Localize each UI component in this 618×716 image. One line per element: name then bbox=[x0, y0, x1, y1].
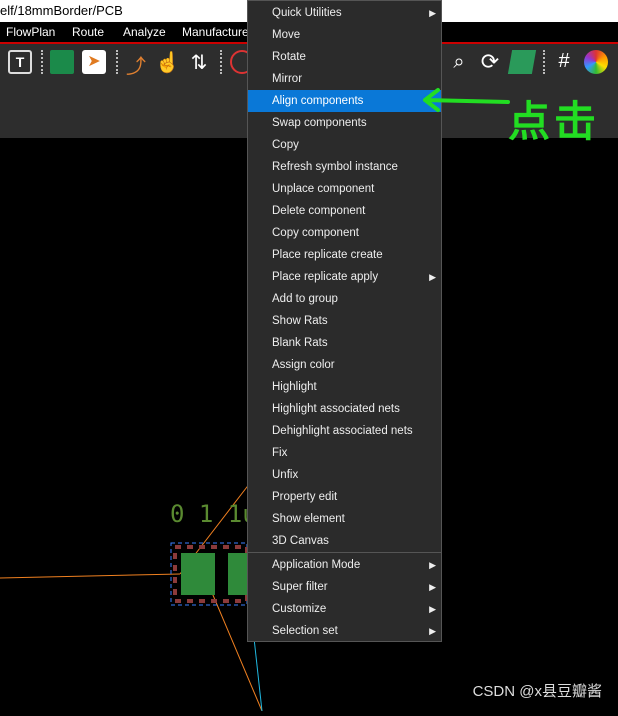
menu-item-delete-component[interactable]: Delete component bbox=[248, 200, 441, 222]
menu-item-label: Dehighlight associated nets bbox=[272, 425, 413, 437]
color-wheel-icon[interactable] bbox=[584, 50, 608, 74]
menu-item-super-filter[interactable]: Super filter ▶ bbox=[248, 576, 441, 598]
pad bbox=[228, 553, 247, 595]
menu-item-label: Move bbox=[272, 29, 301, 41]
menu-separator bbox=[248, 552, 441, 553]
board-3d-icon[interactable] bbox=[507, 50, 537, 74]
menu-item-highlight[interactable]: Highlight bbox=[248, 376, 441, 398]
grid-icon[interactable]: # bbox=[552, 50, 576, 74]
submenu-arrow-icon: ▶ bbox=[429, 272, 436, 282]
toolbar-separator bbox=[41, 50, 43, 74]
menu-item-highlight-associated-nets[interactable]: Highlight associated nets bbox=[248, 398, 441, 420]
menu-item-align-components[interactable]: Align components bbox=[248, 90, 441, 112]
component-place-icon[interactable] bbox=[50, 50, 74, 74]
menu-item-label: Copy component bbox=[272, 227, 359, 239]
menu-item-label: Customize bbox=[272, 603, 327, 615]
menu-item-label: Show element bbox=[272, 513, 345, 525]
menu-item-label: Application Mode bbox=[272, 559, 361, 571]
pad bbox=[181, 553, 215, 595]
menu-item-show-rats[interactable]: Show Rats bbox=[248, 310, 441, 332]
menu-item-label: Mirror bbox=[272, 73, 303, 85]
toolbar-separator bbox=[543, 50, 545, 74]
submenu-arrow-icon: ▶ bbox=[429, 582, 436, 592]
menu-item-copy[interactable]: Copy bbox=[248, 134, 441, 156]
chip-select-icon[interactable]: ➤ bbox=[82, 50, 106, 74]
menu-item-label: Unfix bbox=[272, 469, 299, 481]
menu-item-quick-utilities[interactable]: Quick Utilities ▶ bbox=[248, 2, 441, 24]
watermark: CSDN @x县豆瓣酱 bbox=[472, 683, 602, 700]
menu-item-label: Delete component bbox=[272, 205, 366, 217]
menu-item-swap-components[interactable]: Swap components bbox=[248, 112, 441, 134]
toolbar-separator bbox=[220, 50, 222, 74]
submenu-arrow-icon: ▶ bbox=[429, 604, 436, 614]
menu-item-unfix[interactable]: Unfix bbox=[248, 464, 441, 486]
menu-route[interactable]: Route bbox=[72, 25, 104, 39]
menu-item-label: Align components bbox=[272, 95, 364, 107]
menu-item-label: Highlight bbox=[272, 381, 317, 393]
menu-item-blank-rats[interactable]: Blank Rats bbox=[248, 332, 441, 354]
menu-item-assign-color[interactable]: Assign color bbox=[248, 354, 441, 376]
menu-item-label: Place replicate create bbox=[272, 249, 383, 261]
menu-item-place-replicate-create[interactable]: Place replicate create bbox=[248, 244, 441, 266]
context-menu: Quick Utilities ▶ Move Rotate Mirror Align co… bbox=[247, 0, 442, 642]
menu-item-label: Swap components bbox=[272, 117, 367, 129]
menu-item-label: Super filter bbox=[272, 581, 328, 593]
menu-item-3d-canvas[interactable]: 3D Canvas bbox=[248, 530, 441, 552]
menu-item-property-edit[interactable]: Property edit bbox=[248, 486, 441, 508]
submenu-arrow-icon: ▶ bbox=[429, 626, 436, 636]
arrow-annotation bbox=[423, 88, 510, 112]
menu-item-rotate[interactable]: Rotate bbox=[248, 46, 441, 68]
menu-item-show-element[interactable]: Show element bbox=[248, 508, 441, 530]
menu-item-customize[interactable]: Customize ▶ bbox=[248, 598, 441, 620]
route-icon[interactable]: ⤴ bbox=[124, 50, 148, 78]
menu-item-label: Blank Rats bbox=[272, 337, 328, 349]
menu-item-dehighlight-associated-nets[interactable]: Dehighlight associated nets bbox=[248, 420, 441, 442]
menu-item-copy-component[interactable]: Copy component bbox=[248, 222, 441, 244]
menu-item-label: 3D Canvas bbox=[272, 535, 329, 547]
menu-item-add-to-group[interactable]: Add to group bbox=[248, 288, 441, 310]
hand-move-icon[interactable]: ☝ bbox=[155, 50, 180, 74]
zoom-icon[interactable]: ⌕ bbox=[447, 50, 471, 74]
menu-item-refresh-symbol-instance[interactable]: Refresh symbol instance bbox=[248, 156, 441, 178]
menu-flowplan[interactable]: FlowPlan bbox=[6, 25, 55, 39]
menu-item-label: Highlight associated nets bbox=[272, 403, 400, 415]
menu-item-fix[interactable]: Fix bbox=[248, 442, 441, 464]
menu-item-label: Selection set bbox=[272, 625, 338, 637]
toolbar-separator bbox=[116, 50, 118, 74]
menu-item-selection-set[interactable]: Selection set ▶ bbox=[248, 620, 441, 642]
text-edit-icon[interactable]: T bbox=[8, 50, 32, 74]
submenu-arrow-icon: ▶ bbox=[429, 8, 436, 18]
refresh-icon[interactable]: ⟳ bbox=[478, 50, 502, 74]
menu-analyze[interactable]: Analyze bbox=[123, 25, 166, 39]
menu-item-label: Copy bbox=[272, 139, 299, 151]
menu-item-mirror[interactable]: Mirror bbox=[248, 68, 441, 90]
menu-item-label: Quick Utilities bbox=[272, 7, 342, 19]
menu-item-label: Add to group bbox=[272, 293, 338, 305]
menu-item-unplace-component[interactable]: Unplace component bbox=[248, 178, 441, 200]
menu-item-move[interactable]: Move bbox=[248, 24, 441, 46]
menu-item-place-replicate-apply[interactable]: Place replicate apply ▶ bbox=[248, 266, 441, 288]
menu-item-label: Assign color bbox=[272, 359, 335, 371]
annotation-text: 点击 bbox=[508, 98, 601, 145]
swap-icon[interactable]: ⇅ bbox=[187, 50, 211, 74]
component-label: 0 1 1u bbox=[170, 500, 257, 528]
menu-item-label: Refresh symbol instance bbox=[272, 161, 398, 173]
menu-item-application-mode[interactable]: Application Mode ▶ bbox=[248, 554, 441, 576]
submenu-arrow-icon: ▶ bbox=[429, 560, 436, 570]
menu-item-label: Fix bbox=[272, 447, 288, 459]
menu-item-label: Property edit bbox=[272, 491, 338, 503]
menu-item-label: Unplace component bbox=[272, 183, 375, 195]
menu-manufacture[interactable]: Manufacture bbox=[182, 25, 249, 39]
menu-item-label: Show Rats bbox=[272, 315, 328, 327]
menu-item-label: Rotate bbox=[272, 51, 306, 63]
menu-item-label: Place replicate apply bbox=[272, 271, 379, 283]
